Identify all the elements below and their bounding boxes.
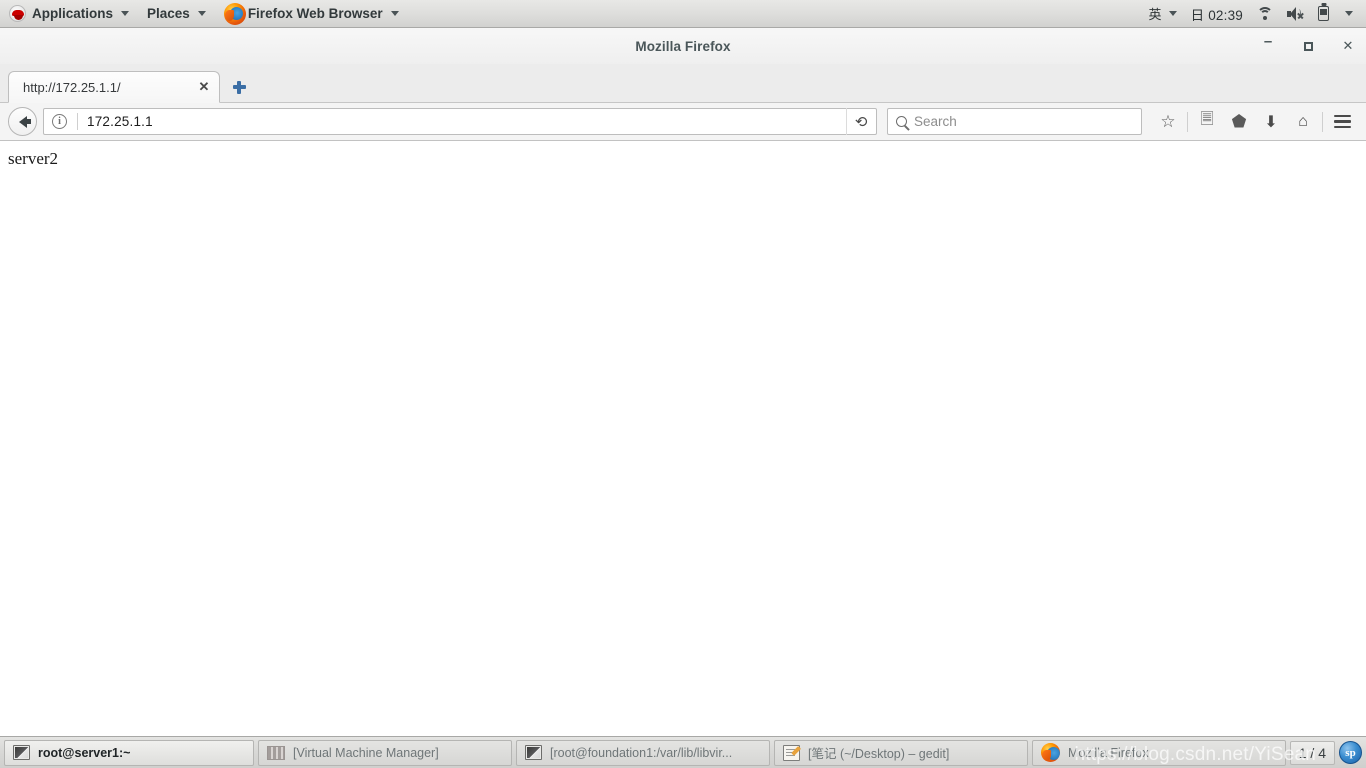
menu-icon (1333, 115, 1351, 128)
places-menu-label: Places (147, 6, 190, 21)
search-icon (896, 116, 907, 127)
active-application-menu[interactable]: Firefox Web Browser (215, 0, 408, 27)
chevron-down-icon (197, 11, 206, 16)
chevron-down-icon (1168, 11, 1177, 16)
home-button[interactable]: ⌂ (1287, 107, 1319, 137)
taskbar-item-label: Mozilla Firefox (1068, 745, 1149, 760)
input-method-indicator[interactable]: 英 (1142, 0, 1184, 27)
url-bar[interactable]: i 172.25.1.1 ⟳ (43, 108, 877, 135)
vmm-icon (267, 745, 285, 760)
redhat-logo-icon (9, 5, 26, 22)
taskbar-item-label: [root@foundation1:/var/lib/libvir... (550, 745, 733, 760)
terminal-icon (13, 745, 30, 760)
library-button[interactable]: 🗏 (1191, 107, 1223, 137)
taskbar-item-terminal-foundation1[interactable]: [root@foundation1:/var/lib/libvir... (516, 739, 770, 766)
active-application-label: Firefox Web Browser (247, 6, 383, 21)
taskbar-item-label: [笔记 (~/Desktop) – gedit] (808, 747, 950, 761)
system-tray: 英 日 02:39 (1142, 0, 1366, 27)
tab-strip: http://172.25.1.1/ ✕ (0, 64, 1366, 103)
taskbar-item-terminal-server1[interactable]: root@server1:~ (4, 739, 254, 766)
search-input[interactable]: Search (914, 114, 957, 129)
maximize-button[interactable] (1300, 38, 1316, 54)
close-button[interactable]: ✕ (1340, 38, 1356, 54)
applications-menu-label: Applications (32, 6, 114, 21)
search-bar[interactable]: Search (887, 108, 1142, 135)
firefox-window: Mozilla Firefox – ✕ http://172.25.1.1/ ✕… (0, 28, 1366, 736)
download-icon: ⬇ (1264, 113, 1278, 131)
terminal-icon (525, 745, 542, 760)
volume-status[interactable] (1280, 0, 1311, 27)
taskbar-item-label: root@server1:~ (38, 745, 131, 760)
bookmark-star-button[interactable]: ☆ (1152, 107, 1184, 137)
window-titlebar: Mozilla Firefox – ✕ (0, 28, 1366, 64)
minimize-button[interactable]: – (1260, 34, 1276, 54)
divider (77, 113, 78, 130)
downloads-button[interactable]: ⬇ (1255, 107, 1287, 137)
page-content: server2 (0, 141, 1366, 736)
clock[interactable]: 日 02:39 (1184, 0, 1250, 27)
navigation-toolbar: i 172.25.1.1 ⟳ Search ☆ 🗏 ⬟ ⬇ ⌂ (0, 103, 1366, 141)
home-icon: ⌂ (1298, 112, 1308, 130)
input-method-label: 英 (1148, 7, 1162, 22)
menu-button[interactable] (1326, 107, 1358, 137)
reload-icon: ⟳ (855, 112, 868, 131)
window-controls: – ✕ (1260, 28, 1356, 64)
chevron-down-icon (121, 11, 130, 16)
new-tab-button[interactable] (222, 71, 256, 103)
taskbar-item-virtual-machine-manager[interactable]: [Virtual Machine Manager] (258, 739, 512, 766)
back-button[interactable] (8, 107, 37, 136)
battery-icon (1318, 6, 1329, 21)
applications-menu[interactable]: Applications (0, 0, 138, 27)
places-menu[interactable]: Places (138, 0, 215, 27)
divider (1322, 111, 1323, 132)
arrow-left-icon (18, 115, 31, 128)
tab-title: http://172.25.1.1/ (23, 79, 121, 95)
pocket-icon: ⬟ (1231, 111, 1247, 131)
taskbar-item-firefox[interactable]: Mozilla Firefox (1032, 739, 1286, 766)
gnome-top-panel: Applications Places Firefox Web Browser … (0, 0, 1366, 28)
pocket-button[interactable]: ⬟ (1223, 107, 1255, 137)
wifi-icon (1257, 7, 1273, 20)
divider (1187, 111, 1188, 132)
page-body-text: server2 (8, 149, 59, 168)
reload-button[interactable]: ⟳ (846, 108, 876, 135)
gedit-icon (783, 744, 800, 761)
window-title: Mozilla Firefox (635, 38, 731, 54)
taskbar-item-label: [Virtual Machine Manager] (293, 745, 439, 760)
star-icon: ☆ (1160, 111, 1176, 131)
toolbar-icon-group: ☆ 🗏 ⬟ ⬇ ⌂ (1152, 107, 1358, 137)
tray-app-icon[interactable]: sp (1339, 741, 1362, 764)
url-input[interactable]: 172.25.1.1 (87, 114, 846, 129)
clock-label: 日 02:39 (1190, 7, 1243, 23)
firefox-icon (1041, 743, 1060, 762)
firefox-icon (223, 2, 246, 25)
system-menu-toggle[interactable] (1336, 0, 1360, 27)
reader-icon: 🗏 (1200, 111, 1214, 128)
workspace-switcher[interactable]: 1 / 4 sp (1289, 740, 1364, 765)
speaker-muted-icon (1287, 6, 1304, 21)
taskbar-item-gedit[interactable]: [笔记 (~/Desktop) – gedit] (774, 739, 1028, 766)
chevron-down-icon (1345, 11, 1353, 16)
maximize-icon (1303, 41, 1313, 51)
battery-status[interactable] (1311, 0, 1336, 27)
browser-tab[interactable]: http://172.25.1.1/ ✕ (8, 71, 220, 103)
info-icon[interactable]: i (52, 114, 67, 129)
plus-icon (232, 80, 246, 94)
chevron-down-icon (390, 11, 399, 16)
wifi-status[interactable] (1250, 0, 1280, 27)
workspace-label: 1 / 4 (1289, 740, 1335, 765)
close-icon[interactable]: ✕ (195, 78, 213, 96)
window-list-taskbar: root@server1:~ [Virtual Machine Manager]… (0, 736, 1366, 768)
